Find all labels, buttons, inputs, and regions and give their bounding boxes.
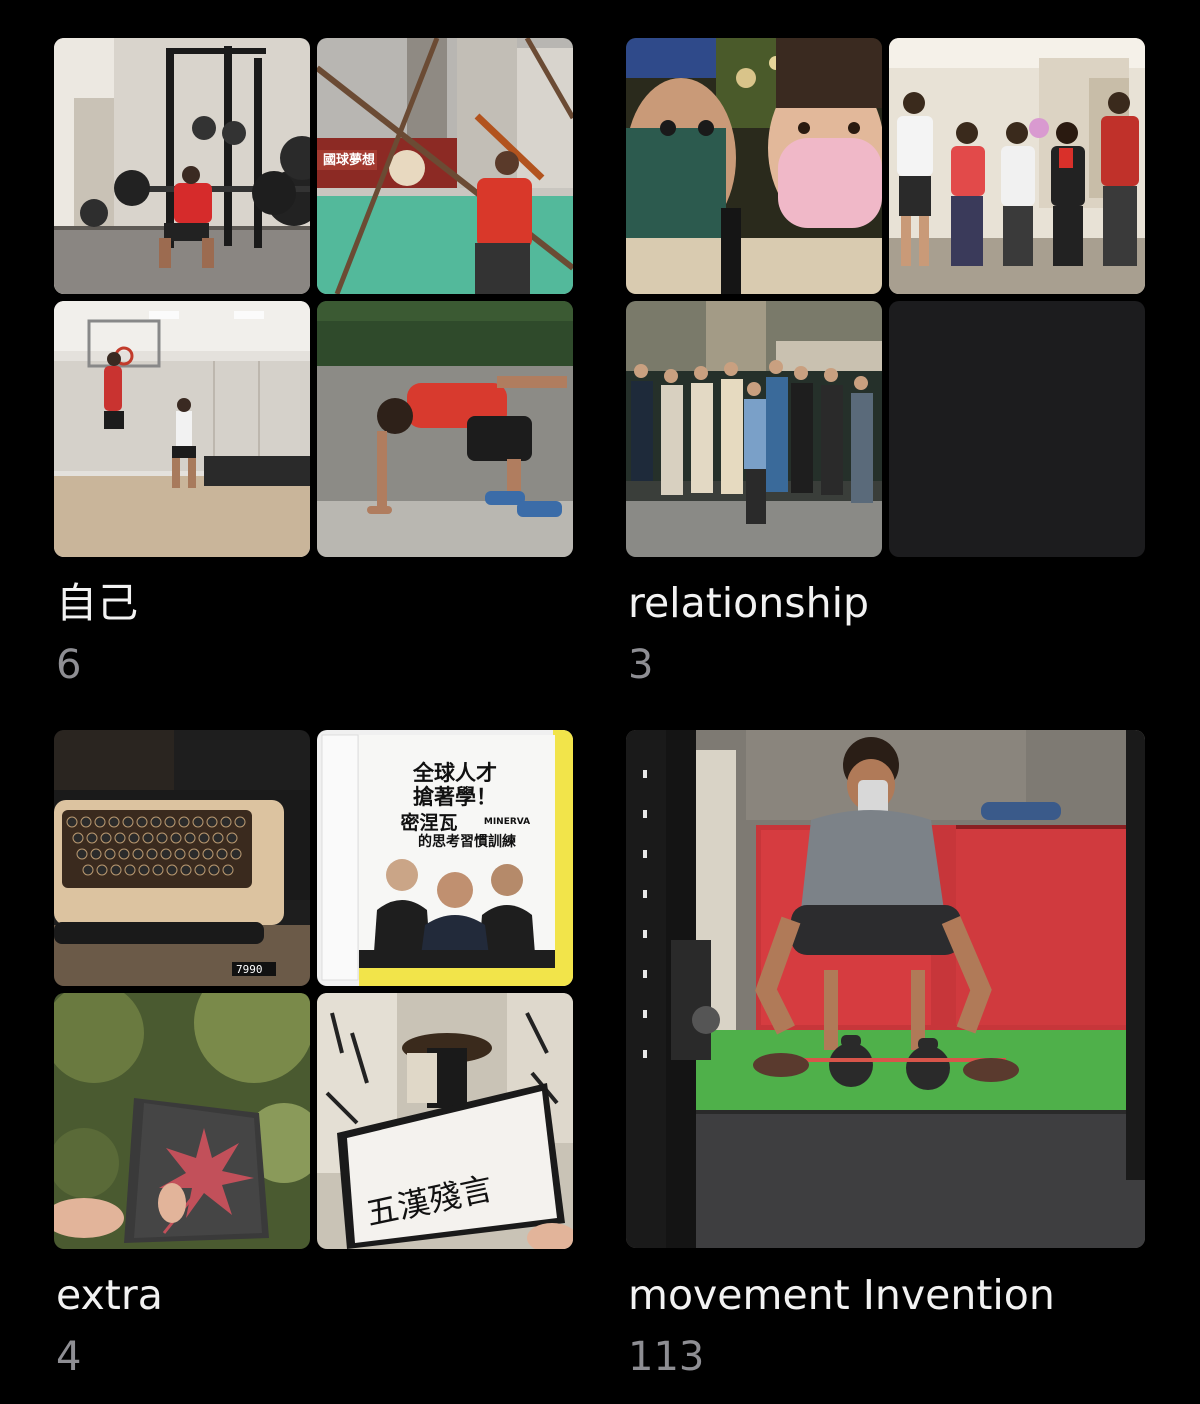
book-cover-photo: 全球人才 搶著學！ 密涅瓦 MINERVA 的思考習慣訓練 — [317, 730, 573, 986]
couple-selfie-photo — [626, 38, 882, 294]
album-count: 4 — [56, 1334, 82, 1380]
album-title: extra — [56, 1271, 163, 1319]
book-title-line2: 搶著學！ — [413, 785, 497, 809]
album-cover-grid — [626, 38, 1145, 557]
album-count: 3 — [628, 642, 654, 688]
album-card-movement-invention[interactable]: movement Invention 113 — [626, 730, 1145, 1380]
album-cover-single — [626, 730, 1145, 1248]
price-tag: 7990 — [236, 963, 263, 976]
book-title-line4: 的思考習慣訓練 — [418, 833, 516, 850]
calligraphy-photo: 五漢殘言 — [317, 993, 573, 1249]
book-title-line3: 密涅瓦 — [400, 811, 457, 834]
sprint-start-photo — [317, 301, 573, 557]
mural-sign: 國球夢想 — [323, 152, 375, 168]
empty-thumbnail — [889, 301, 1145, 557]
album-title: relationship — [628, 579, 869, 627]
book-title-line1: 全球人才 — [412, 761, 497, 785]
album-title: movement Invention — [628, 1271, 1055, 1319]
album-cover-grid: 7990 全球人才 搶著學！ 密涅瓦 MINERVA 的思考習慣訓練 五漢殘言 — [54, 730, 573, 1249]
kettlebell-mirror-selfie-photo — [626, 730, 1145, 1248]
retro-keyboard-photo: 7990 — [54, 730, 310, 986]
book-brand: MINERVA — [484, 817, 530, 827]
batting-cage-photo: 國球夢想 — [317, 38, 573, 294]
album-count: 6 — [56, 642, 82, 688]
album-title: 自己 — [56, 579, 138, 627]
maple-leaf-photo — [54, 993, 310, 1249]
album-card-extra[interactable]: 7990 全球人才 搶著學！ 密涅瓦 MINERVA 的思考習慣訓練 五漢殘言 … — [54, 730, 573, 1380]
album-card-relationship[interactable]: relationship 3 — [626, 38, 1145, 688]
album-cover-grid: 國球夢想 — [54, 38, 573, 557]
gym-squat-photo — [54, 38, 310, 294]
friends-group-photo — [626, 301, 882, 557]
album-card-self[interactable]: 國球夢想 自己 6 — [54, 38, 573, 688]
family-group-photo — [889, 38, 1145, 294]
album-count: 113 — [628, 1334, 705, 1380]
basketball-court-photo — [54, 301, 310, 557]
